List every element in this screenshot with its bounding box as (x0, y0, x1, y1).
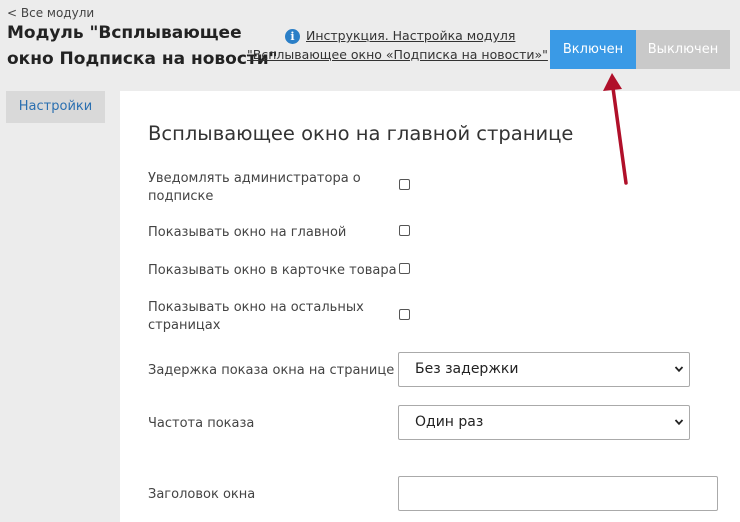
red-arrow-icon (603, 73, 628, 185)
